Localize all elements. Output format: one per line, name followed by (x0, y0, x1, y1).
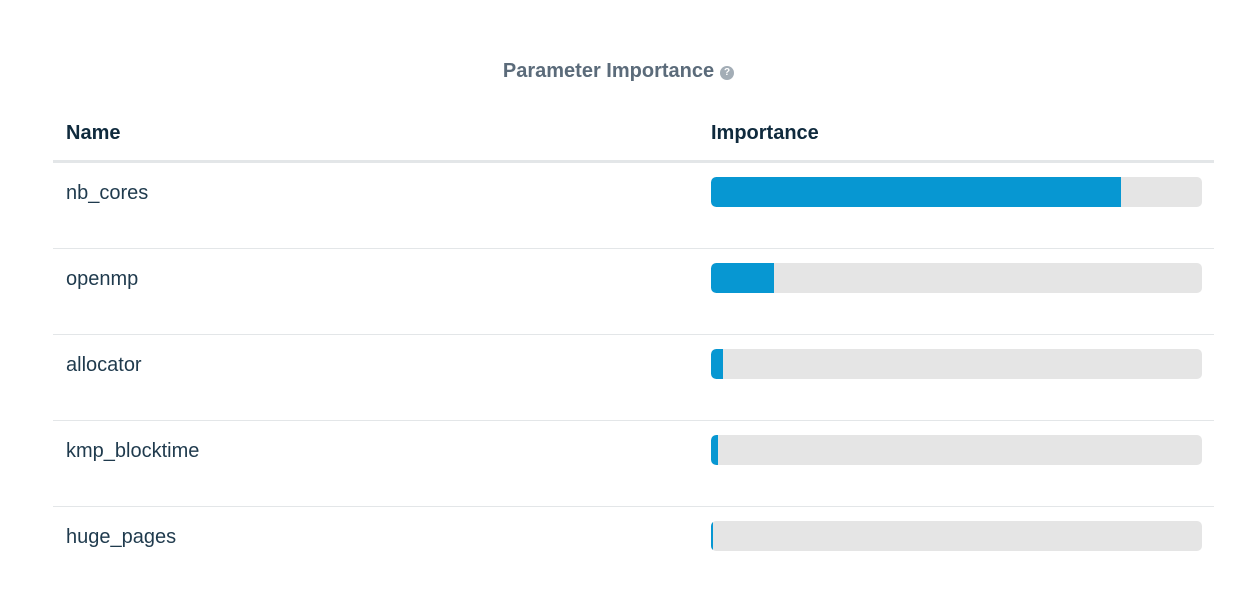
parameter-name: openmp (66, 268, 139, 290)
panel-title-text: Parameter Importance (502, 60, 715, 82)
help-icon[interactable]: ? (720, 66, 735, 80)
parameter-name: huge_pages (66, 526, 177, 548)
table-row: huge_pages (53, 507, 1214, 592)
table-row: kmp_blocktime (53, 421, 1214, 507)
panel-title: Parameter Importance? (0, 58, 1237, 84)
importance-bar-fill (711, 521, 713, 551)
importance-bar-fill (711, 435, 718, 465)
parameter-name: allocator (66, 354, 142, 376)
column-header-importance[interactable]: Importance (711, 122, 819, 145)
column-header-name[interactable]: Name (66, 122, 120, 145)
importance-bar-track (711, 177, 1202, 207)
importance-bar-track (711, 435, 1202, 465)
table-header: Name Importance (53, 108, 1214, 163)
importance-bar-track (711, 521, 1202, 551)
importance-bar-track (711, 263, 1202, 293)
importance-bar-fill (711, 263, 774, 293)
parameter-name: kmp_blocktime (66, 440, 200, 462)
parameter-name: nb_cores (66, 182, 149, 204)
importance-table: Name Importance nb_cores openmp allocato… (53, 108, 1214, 592)
importance-bar-fill (711, 177, 1121, 207)
table-row: allocator (53, 335, 1214, 421)
table-row: openmp (53, 249, 1214, 335)
table-row: nb_cores (53, 163, 1214, 249)
importance-bar-fill (711, 349, 723, 379)
importance-bar-track (711, 349, 1202, 379)
